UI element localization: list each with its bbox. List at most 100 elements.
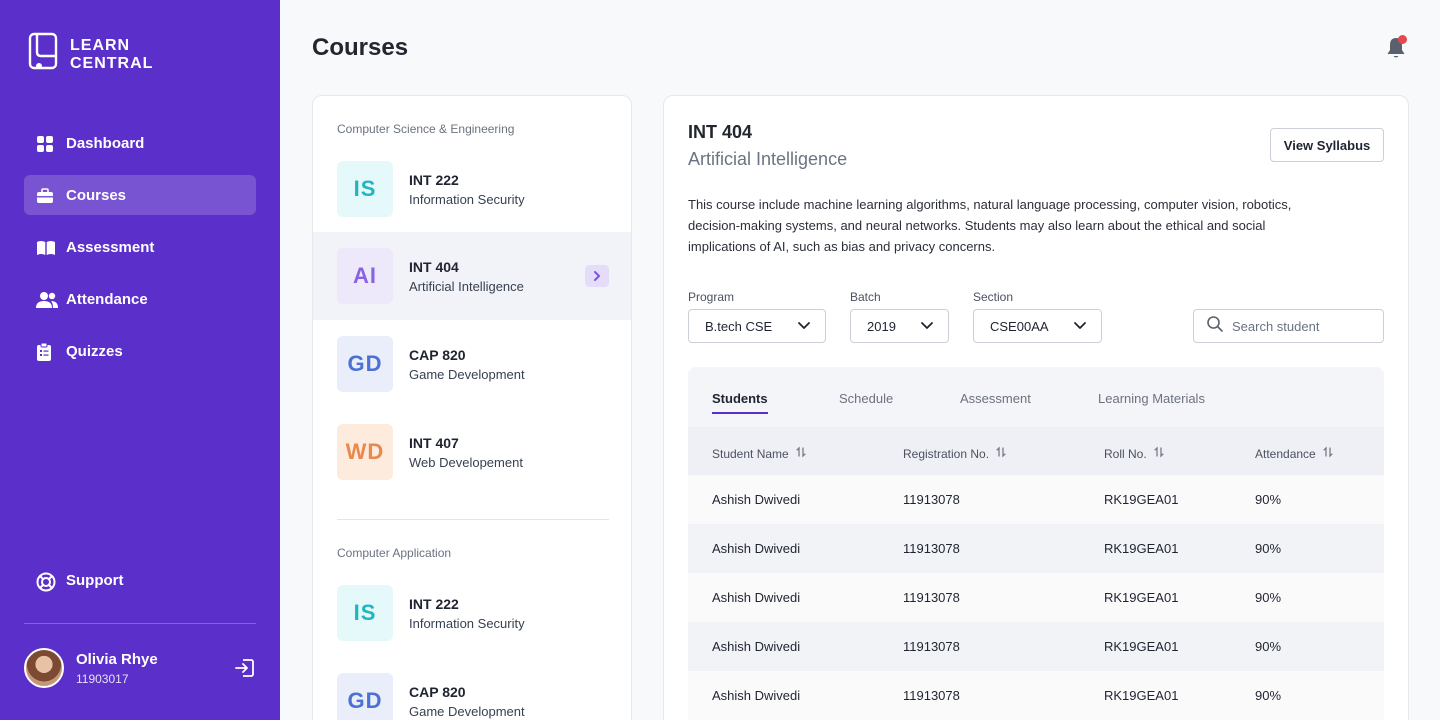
table-header: Student Name Registration No. Roll No. A… [688, 427, 1384, 475]
course-badge: WD [337, 424, 393, 480]
group-divider [337, 519, 609, 520]
support-section: Support [24, 560, 256, 612]
nav-item-assessment[interactable]: Assessment [24, 227, 256, 267]
cell-roll-no: RK19GEA01 [1104, 590, 1179, 605]
table-row[interactable]: Ashish Dwivedi 11913078 RK19GEA01 90% [688, 573, 1384, 622]
course-detail-name: Artificial Intelligence [688, 149, 848, 169]
brand-logo[interactable]: LEARN CENTRAL [28, 32, 153, 77]
user-info: Olivia Rhye 11903017 [76, 651, 158, 686]
users-icon [36, 291, 58, 308]
cell-student-name: Ashish Dwivedi [712, 639, 801, 654]
course-item[interactable]: GD CAP 820 Game Development [313, 657, 631, 720]
tab-students[interactable]: Students [712, 391, 768, 414]
sort-icon [995, 446, 1007, 461]
nav-item-support[interactable]: Support [24, 560, 256, 600]
cell-registration: 11913078 [903, 639, 960, 654]
course-detail-code: INT 404 [688, 122, 753, 142]
column-header-registration[interactable]: Registration No. [903, 446, 1007, 461]
course-text: CAP 820 Game Development [409, 684, 525, 719]
chevron-right-icon[interactable] [585, 265, 609, 287]
user-id: 11903017 [76, 671, 129, 686]
cell-student-name: Ashish Dwivedi [712, 590, 801, 605]
tab-schedule[interactable]: Schedule [839, 391, 893, 412]
cell-registration: 11913078 [903, 590, 960, 605]
course-item[interactable]: WD INT 407 Web Developement [313, 408, 631, 496]
briefcase-icon [36, 187, 53, 203]
course-code: INT 404 [409, 258, 459, 275]
course-text: INT 222 Information Security [409, 596, 525, 631]
search-icon [1206, 315, 1224, 338]
nav-item-attendance[interactable]: Attendance [24, 279, 256, 319]
logout-icon[interactable] [234, 657, 256, 679]
course-badge: IS [337, 161, 393, 217]
table-row[interactable]: Ashish Dwivedi 11913078 RK19GEA01 90% [688, 671, 1384, 720]
chevron-down-icon [1073, 320, 1087, 335]
clipboard-icon [36, 342, 52, 361]
tab-assessment[interactable]: Assessment [960, 391, 1031, 412]
nav-label: Attendance [66, 290, 148, 308]
course-text: INT 222 Information Security [409, 172, 525, 207]
nav-item-courses[interactable]: Courses [24, 175, 256, 215]
sort-icon [1322, 446, 1334, 461]
nav-label: Quizzes [66, 342, 123, 360]
group-label: Computer Application [337, 546, 452, 560]
column-header-attendance[interactable]: Attendance [1255, 446, 1334, 461]
notification-dot [1398, 35, 1407, 44]
column-label: Student Name [712, 446, 789, 461]
cell-registration: 11913078 [903, 492, 960, 507]
course-item[interactable]: GD CAP 820 Game Development [313, 320, 631, 408]
column-header-roll-no[interactable]: Roll No. [1104, 446, 1165, 461]
cell-attendance: 90% [1255, 541, 1282, 556]
brand-line-1: LEARN [70, 36, 131, 54]
avatar[interactable] [24, 648, 64, 688]
tab-learning-materials[interactable]: Learning Materials [1098, 391, 1205, 412]
course-code: INT 407 [409, 434, 459, 451]
cell-attendance: 90% [1255, 688, 1282, 703]
program-value: B.tech CSE [705, 318, 773, 334]
course-item-selected[interactable]: AI INT 404 Artificial Intelligence [313, 232, 631, 320]
cell-student-name: Ashish Dwivedi [712, 541, 801, 556]
section-select[interactable]: CSE00AA [973, 309, 1102, 343]
table-row[interactable]: Ashish Dwivedi 11913078 RK19GEA01 90% [688, 475, 1384, 524]
course-description: This course include machine learning alg… [688, 197, 1292, 254]
cell-roll-no: RK19GEA01 [1104, 688, 1179, 703]
cell-roll-no: RK19GEA01 [1104, 639, 1179, 654]
column-label: Attendance [1255, 446, 1316, 461]
sort-icon [795, 446, 807, 461]
course-text: INT 404 Artificial Intelligence [409, 259, 524, 294]
program-select[interactable]: B.tech CSE [688, 309, 826, 343]
book-open-icon [36, 239, 55, 255]
cell-attendance: 90% [1255, 639, 1282, 654]
user-name: Olivia Rhye [76, 650, 158, 668]
cell-roll-no: RK19GEA01 [1104, 492, 1179, 507]
course-name: Information Security [409, 615, 525, 631]
cell-student-name: Ashish Dwivedi [712, 688, 801, 703]
course-item[interactable]: IS INT 222 Information Security [313, 569, 631, 657]
section-value: CSE00AA [990, 318, 1049, 334]
course-item[interactable]: IS INT 222 Information Security [313, 145, 631, 233]
nav-item-quizzes[interactable]: Quizzes [24, 331, 256, 371]
course-name: Artificial Intelligence [409, 278, 524, 294]
course-name: Game Development [409, 703, 525, 719]
cell-registration: 11913078 [903, 541, 960, 556]
section-label: Section [973, 290, 1014, 304]
table-row[interactable]: Ashish Dwivedi 11913078 RK19GEA01 90% [688, 524, 1384, 573]
nav-item-dashboard[interactable]: Dashboard [24, 123, 256, 163]
main-nav: Dashboard Courses Assessment Attendance … [24, 123, 256, 383]
chevron-down-icon [797, 320, 811, 335]
course-name: Web Developement [409, 454, 523, 470]
group-label: Computer Science & Engineering [337, 122, 515, 136]
life-buoy-icon [36, 572, 56, 592]
course-name: Information Security [409, 191, 525, 207]
batch-select[interactable]: 2019 [850, 309, 949, 343]
course-badge: GD [337, 673, 393, 720]
cell-roll-no: RK19GEA01 [1104, 541, 1179, 556]
column-header-student-name[interactable]: Student Name [712, 446, 807, 461]
view-syllabus-button[interactable]: View Syllabus [1270, 128, 1384, 162]
column-label: Roll No. [1104, 446, 1147, 461]
table-row[interactable]: Ashish Dwivedi 11913078 RK19GEA01 90% [688, 622, 1384, 671]
course-code: INT 222 [409, 171, 459, 188]
course-code: CAP 820 [409, 346, 466, 363]
search-input[interactable] [1232, 318, 1372, 334]
course-name: Game Development [409, 366, 525, 382]
